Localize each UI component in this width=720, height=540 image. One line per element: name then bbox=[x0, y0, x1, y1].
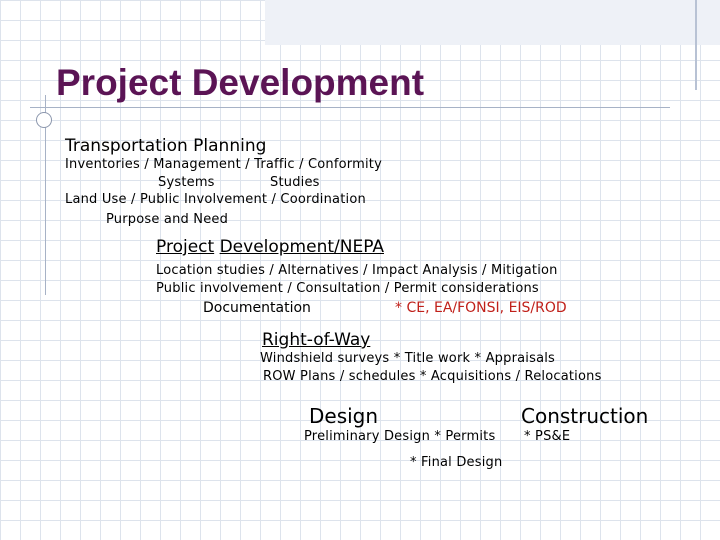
decorative-circle bbox=[36, 112, 52, 128]
page-title: Project Development bbox=[56, 62, 425, 103]
nepa-line-1: Location studies / Alternatives / Impact… bbox=[156, 263, 558, 278]
slide: Project Development Transportation Plann… bbox=[0, 0, 720, 540]
design-heading: Design bbox=[309, 404, 379, 428]
planning-line-4: Purpose and Need bbox=[106, 212, 229, 227]
planning-line-2b: Studies bbox=[270, 175, 320, 190]
nepa-heading-part-1: Project bbox=[156, 237, 215, 257]
title-underline bbox=[30, 107, 670, 108]
nepa-line-2: Public involvement / Consultation / Perm… bbox=[156, 281, 539, 296]
decorative-header-band bbox=[265, 0, 720, 45]
construction-heading: Construction bbox=[521, 404, 649, 428]
planning-line-1: Inventories / Management / Traffic / Con… bbox=[65, 157, 382, 172]
design-line-2: * Final Design bbox=[410, 455, 503, 470]
planning-line-3: Land Use / Public Involvement / Coordina… bbox=[65, 192, 366, 207]
planning-line-2a: Systems bbox=[158, 175, 215, 190]
nepa-heading: Project Development/NEPA bbox=[156, 239, 384, 256]
design-line-1: Preliminary Design * Permits bbox=[304, 429, 496, 444]
row-line-1: Windshield surveys * Title work * Apprai… bbox=[260, 351, 556, 366]
nepa-documents: * CE, EA/FONSI, EIS/ROD bbox=[395, 300, 567, 316]
row-heading: Right-of-Way bbox=[262, 330, 371, 350]
nepa-heading-part-2: Development/NEPA bbox=[219, 237, 384, 257]
decorative-vertical-line bbox=[695, 0, 697, 90]
row-line-2: ROW Plans / schedules * Acquisitions / R… bbox=[263, 369, 602, 384]
planning-heading: Transportation Planning bbox=[65, 136, 267, 156]
nepa-documentation: Documentation bbox=[203, 300, 311, 316]
construction-line-1: * PS&E bbox=[524, 429, 571, 444]
